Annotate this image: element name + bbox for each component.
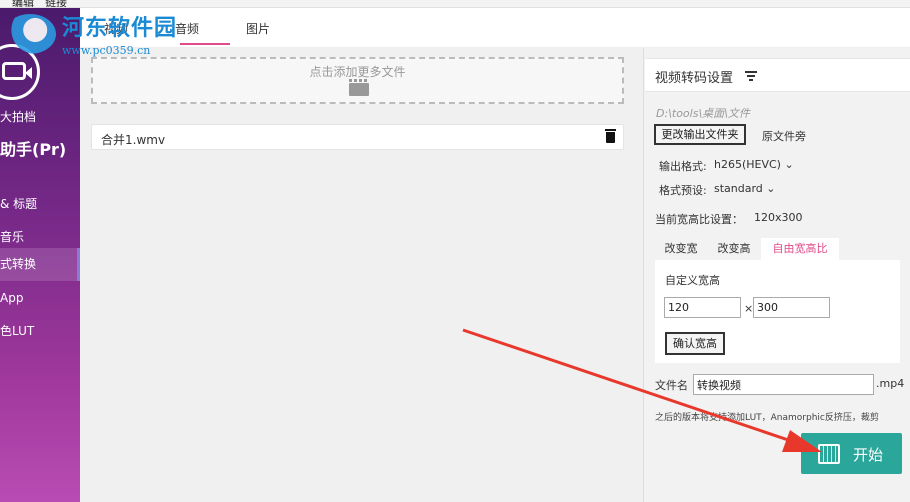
start-button-label: 开始	[853, 446, 884, 464]
add-files-dropzone[interactable]: 点击添加更多文件	[91, 57, 624, 104]
chevron-down-icon: ⌄	[766, 182, 776, 195]
tab-image[interactable]: 图片	[246, 20, 270, 37]
watermark-url: www.pc0359.cn	[62, 44, 151, 57]
panel-title: 视频转码设置	[655, 71, 734, 86]
sidebar-brand: 大拍档	[0, 110, 37, 124]
output-format-label: 输出格式:	[659, 160, 707, 173]
tab-change-width[interactable]: 改变宽	[655, 238, 707, 260]
file-list-item[interactable]: 合并1.wmv	[91, 124, 624, 150]
chevron-down-icon: ⌄	[784, 158, 794, 171]
ratio-tabs: 改变宽 改变高 自由宽高比	[655, 238, 900, 260]
file-list-area: 点击添加更多文件 合并1.wmv	[80, 48, 643, 502]
custom-size-box: 自定义宽高 × 确认宽高	[655, 260, 900, 363]
sidebar-item-format-convert[interactable]: 式转换	[0, 248, 80, 281]
video-camera-icon	[2, 62, 32, 80]
keyboard-icon	[818, 444, 840, 464]
panel-header: 视频转码设置	[645, 58, 910, 92]
sidebar-item-subtitles[interactable]: & 标题	[0, 188, 80, 221]
watermark-logo-icon	[4, 14, 56, 54]
menu-link[interactable]: 链接	[45, 0, 67, 7]
tab-free-ratio[interactable]: 自由宽高比	[761, 238, 839, 260]
clapperboard-icon	[349, 79, 369, 96]
transcode-settings-panel: 视频转码设置 D:\tools\桌面\文件 更改输出文件夹 原文件旁 输出格式:…	[643, 48, 910, 502]
start-button[interactable]: 开始	[801, 433, 902, 474]
tab-audio[interactable]: 音频	[175, 20, 199, 37]
tab-change-height[interactable]: 改变高	[707, 238, 761, 260]
preset-select[interactable]: standard ⌄	[714, 182, 776, 195]
height-input[interactable]	[753, 297, 830, 318]
output-format-select[interactable]: h265(HEVC) ⌄	[714, 158, 794, 171]
width-input[interactable]	[664, 297, 741, 318]
custom-size-label: 自定义宽高	[665, 274, 720, 287]
sidebar-item-lut[interactable]: 色LUT	[0, 315, 80, 348]
filename-label: 文件名	[655, 379, 688, 392]
filename-input[interactable]	[693, 374, 874, 395]
sidebar: 大拍档 助手(Pr) & 标题 音乐 式转换 App 色LUT	[0, 8, 80, 502]
confirm-size-button[interactable]: 确认宽高	[665, 332, 725, 355]
times-sign: ×	[744, 302, 754, 315]
source-folder-option[interactable]: 原文件旁	[762, 128, 806, 144]
output-path: D:\tools\桌面\文件	[656, 107, 750, 120]
watermark-title: 河东软件园	[62, 15, 178, 41]
preset-label: 格式预设:	[659, 184, 707, 197]
media-tabs: 视频 音频 图片	[80, 8, 910, 48]
filter-icon[interactable]	[745, 71, 757, 81]
active-tab-underline	[180, 43, 230, 45]
dropzone-text: 点击添加更多文件	[309, 65, 406, 79]
current-ratio-value: 120x300	[754, 211, 803, 224]
menu-bar: 编辑 链接	[0, 0, 910, 8]
sidebar-app-name: 助手(Pr)	[0, 140, 67, 159]
trash-icon[interactable]	[605, 129, 616, 143]
current-ratio-label: 当前宽高比设置：	[655, 213, 743, 226]
file-name: 合并1.wmv	[101, 133, 166, 147]
future-features-note: 之后的版本将支持添加LUT，Anamorphic反挤压，裁剪	[655, 413, 879, 423]
menu-edit[interactable]: 编辑	[12, 0, 34, 7]
change-output-folder-button[interactable]: 更改输出文件夹	[654, 124, 746, 145]
file-extension: .mp4	[876, 377, 905, 390]
sidebar-item-app[interactable]: App	[0, 282, 80, 315]
